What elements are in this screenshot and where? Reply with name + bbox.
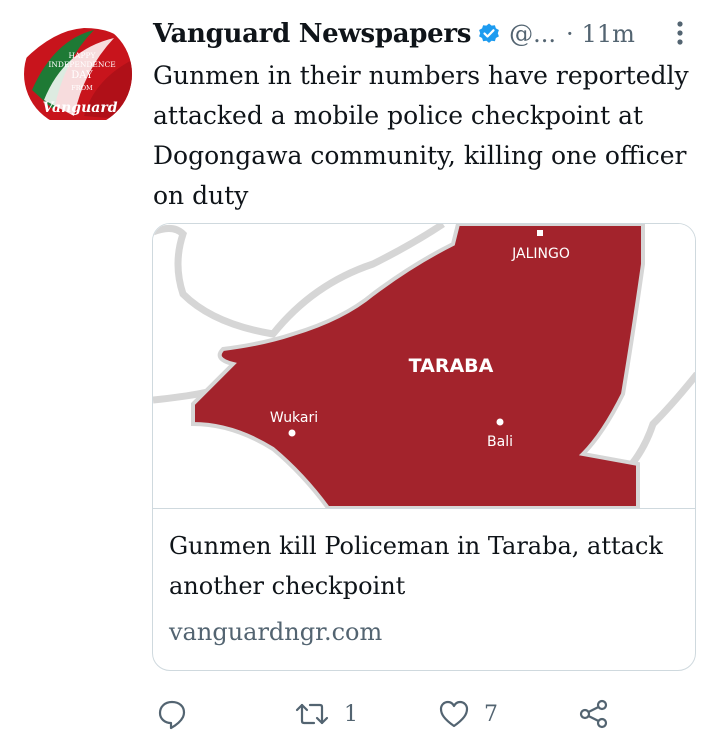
tweet-text: Gunmen in their numbers have reportedly …: [153, 61, 689, 210]
card-map-image[interactable]: JALINGO TARABA Wukari Bali: [153, 224, 695, 508]
share-icon: [579, 699, 608, 729]
card-divider: [153, 508, 695, 509]
avatar-brand-logo: Vanguard: [42, 100, 117, 116]
bali-marker: [496, 418, 504, 426]
avatar-text-line1: HAPPY: [68, 51, 96, 60]
card-domain[interactable]: vanguardngr.com: [169, 612, 382, 652]
avatar-text-line3: DAY: [71, 70, 93, 81]
avatar-text-line2: INDEPENDENCE: [48, 60, 115, 69]
like-button[interactable]: 7: [438, 694, 498, 734]
share-button[interactable]: [578, 694, 610, 734]
more-options-icon[interactable]: [670, 18, 690, 48]
jalingo-marker: [537, 230, 543, 236]
like-count: 7: [484, 701, 498, 727]
tweet-timestamp[interactable]: 11m: [582, 20, 635, 48]
map-label-taraba: TARABA: [409, 355, 494, 377]
card-title[interactable]: Gunmen kill Policeman in Taraba, attack …: [169, 526, 689, 606]
reply-icon: [158, 700, 186, 730]
link-preview-card[interactable]: JALINGO TARABA Wukari Bali Gunmen kill P…: [152, 223, 696, 671]
tweet-header: Vanguard Newspapers @... · 11m: [153, 14, 713, 54]
verified-badge-icon: [479, 23, 500, 43]
map-label-jalingo: JALINGO: [511, 246, 570, 262]
avatar[interactable]: HAPPY INDEPENDENCE DAY FROM Vanguard: [24, 20, 132, 128]
tweet-action-bar: 1 7: [152, 694, 692, 734]
avatar-text-line4: FROM: [71, 84, 93, 92]
user-handle[interactable]: @...: [509, 20, 556, 48]
display-name[interactable]: Vanguard Newspapers: [153, 19, 471, 49]
separator-dot: ·: [566, 20, 574, 48]
retweet-icon: [295, 703, 329, 725]
retweet-button[interactable]: 1: [294, 694, 358, 734]
reply-button[interactable]: [156, 694, 188, 734]
map-label-bali: Bali: [487, 434, 513, 450]
heart-icon: [439, 700, 469, 728]
wukari-marker: [288, 429, 296, 437]
retweet-count: 1: [344, 701, 358, 727]
map-label-wukari: Wukari: [270, 410, 318, 426]
